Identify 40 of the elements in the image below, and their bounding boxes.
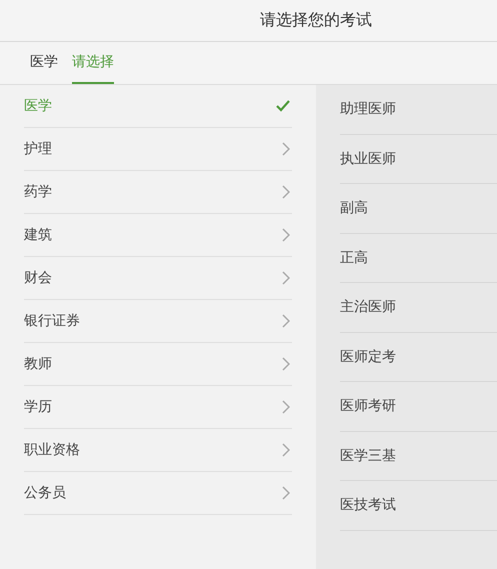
chevron-right-icon xyxy=(282,228,290,242)
exam-item[interactable]: 医师定考 xyxy=(340,332,497,382)
category-item[interactable]: 教师 xyxy=(24,343,292,386)
chevron-right-icon xyxy=(282,443,290,457)
category-label: 银行证券 xyxy=(24,312,80,330)
category-item[interactable]: 护理 xyxy=(24,128,292,171)
chevron-right-icon xyxy=(282,400,290,414)
tab[interactable]: 医学 xyxy=(30,42,58,84)
exam-item[interactable]: 执业医师 xyxy=(340,134,497,184)
category-label: 学历 xyxy=(24,398,52,416)
exam-item[interactable]: 医师考研 xyxy=(340,382,497,432)
chevron-right-icon xyxy=(282,486,290,500)
category-label: 护理 xyxy=(24,140,52,158)
exam-item[interactable]: 副高 xyxy=(340,184,497,234)
chevron-right-icon xyxy=(282,271,290,285)
category-item[interactable]: 公务员 xyxy=(24,472,292,515)
category-item[interactable]: 银行证券 xyxy=(24,300,292,343)
chevron-right-icon xyxy=(282,142,290,156)
category-item[interactable]: 建筑 xyxy=(24,214,292,257)
category-item[interactable]: 财会 xyxy=(24,257,292,300)
category-label: 公务员 xyxy=(24,484,66,502)
checkmark-icon xyxy=(276,100,290,112)
chevron-right-icon xyxy=(282,185,290,199)
category-label: 医学 xyxy=(24,97,52,115)
exam-item[interactable]: 正高 xyxy=(340,234,497,283)
window-title: 请选择您的考试 xyxy=(260,10,372,31)
exam-item[interactable]: 主治医师 xyxy=(340,283,497,332)
category-label: 药学 xyxy=(24,183,52,201)
category-label: 建筑 xyxy=(24,226,52,244)
category-label: 财会 xyxy=(24,269,52,287)
category-item[interactable]: 职业资格 xyxy=(24,429,292,472)
chevron-right-icon xyxy=(282,357,290,371)
exam-item[interactable]: 医学三基 xyxy=(340,432,497,481)
category-label: 职业资格 xyxy=(24,441,80,459)
category-label: 教师 xyxy=(24,355,52,373)
category-item[interactable]: 学历 xyxy=(24,386,292,429)
category-item[interactable]: 药学 xyxy=(24,171,292,214)
exam-item[interactable]: 医技考试 xyxy=(340,481,497,530)
chevron-right-icon xyxy=(282,314,290,328)
exam-item[interactable]: 助理医师 xyxy=(340,85,497,134)
